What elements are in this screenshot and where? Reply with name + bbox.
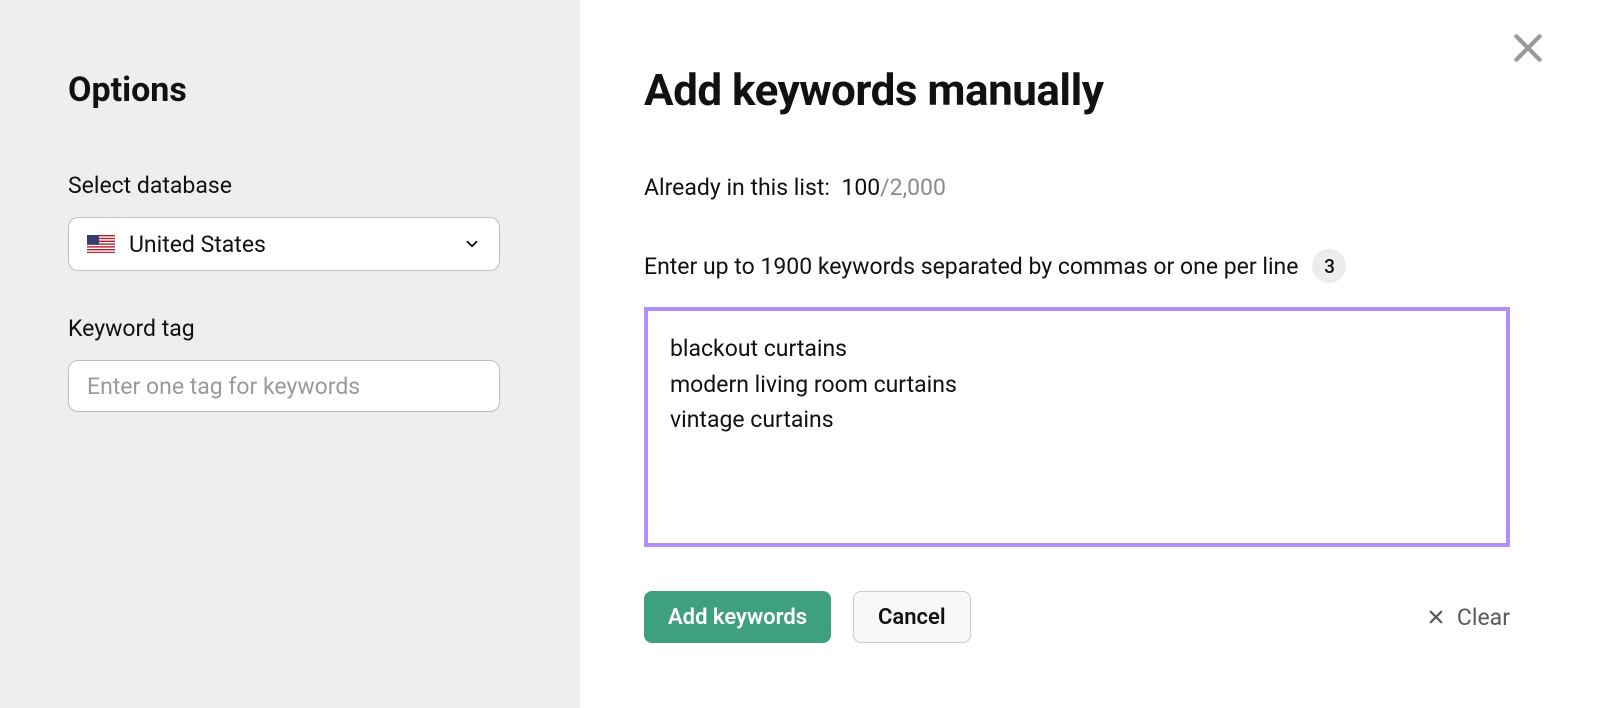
enter-instruction: Enter up to 1900 keywords separated by c… bbox=[644, 253, 1298, 280]
database-label: Select database bbox=[68, 172, 512, 199]
database-value: United States bbox=[129, 231, 266, 258]
x-icon bbox=[1427, 608, 1445, 626]
main-panel: Add keywords manually Already in this li… bbox=[580, 0, 1600, 708]
clear-button[interactable]: Clear bbox=[1427, 604, 1510, 631]
already-in-list: Already in this list: 100/2,000 bbox=[644, 174, 1536, 201]
keyword-tag-input[interactable] bbox=[68, 360, 500, 412]
options-title: Options bbox=[68, 70, 512, 110]
close-icon bbox=[1508, 28, 1548, 68]
us-flag-icon bbox=[87, 235, 115, 253]
options-sidebar: Options Select database United States bbox=[0, 0, 580, 708]
page-title: Add keywords manually bbox=[644, 64, 1536, 116]
already-label: Already in this list: bbox=[644, 174, 830, 201]
already-sep: / bbox=[880, 174, 890, 201]
cancel-button[interactable]: Cancel bbox=[853, 591, 971, 643]
already-max: 2,000 bbox=[890, 174, 946, 201]
add-keywords-button[interactable]: Add keywords bbox=[644, 591, 831, 643]
keyword-count-badge: 3 bbox=[1312, 249, 1346, 283]
close-button[interactable] bbox=[1508, 28, 1548, 68]
database-select[interactable]: United States bbox=[68, 217, 500, 271]
keywords-textarea[interactable] bbox=[644, 307, 1510, 547]
keyword-tag-label: Keyword tag bbox=[68, 315, 512, 342]
already-count: 100 bbox=[841, 174, 880, 201]
chevron-down-icon bbox=[463, 235, 481, 253]
clear-label: Clear bbox=[1457, 604, 1510, 631]
